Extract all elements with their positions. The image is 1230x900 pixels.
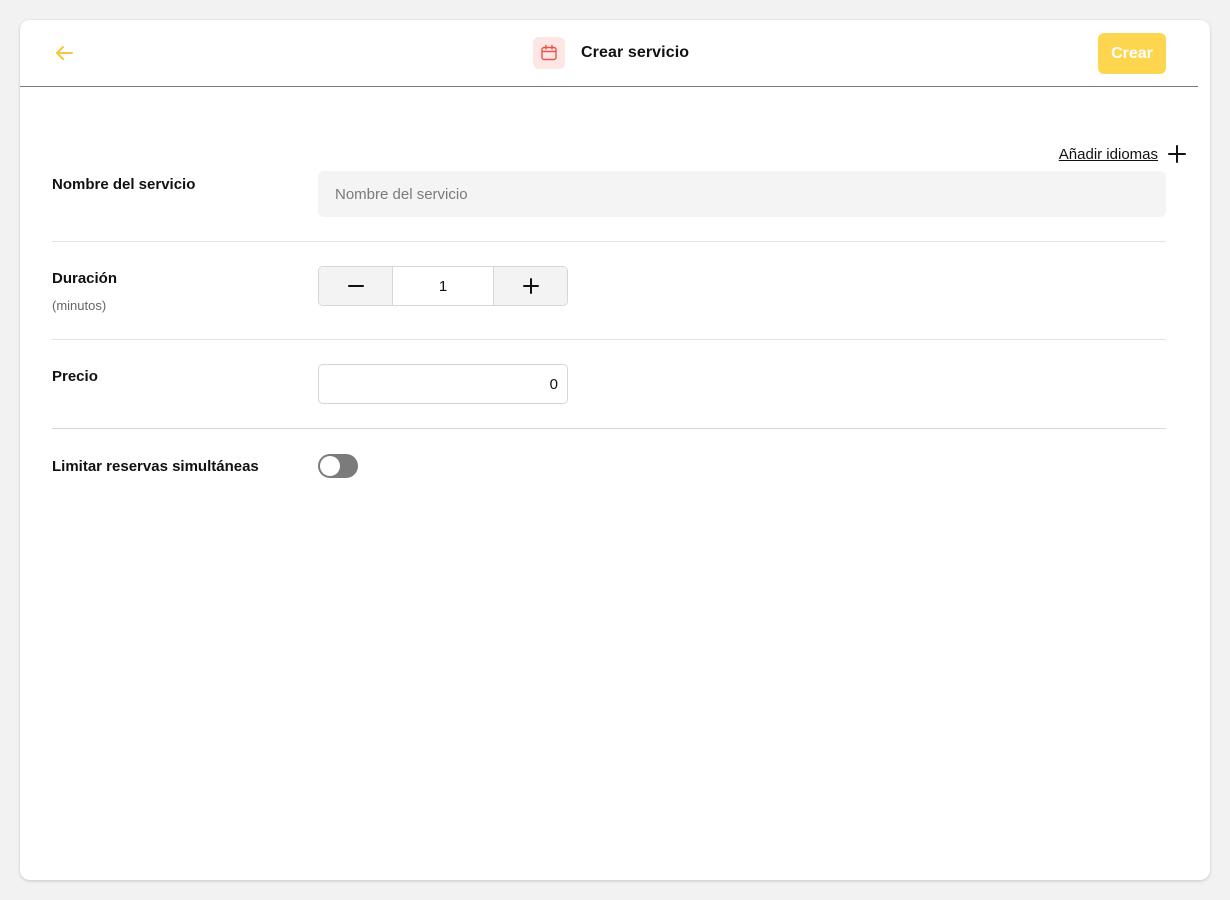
minus-icon bbox=[347, 285, 364, 287]
price-input[interactable] bbox=[318, 364, 568, 404]
duration-unit-label: (minutos) bbox=[52, 298, 107, 313]
page-title: Crear servicio bbox=[581, 44, 690, 61]
title-group: Crear servicio bbox=[533, 37, 689, 69]
calendar-icon bbox=[533, 37, 565, 69]
duration-stepper: 1 bbox=[318, 266, 568, 306]
decrement-button[interactable] bbox=[319, 267, 393, 305]
limit-row: Limitar reservas simultáneas bbox=[52, 454, 1166, 480]
service-name-input[interactable] bbox=[318, 171, 1166, 217]
add-languages-link[interactable]: Añadir idiomas bbox=[1059, 145, 1186, 163]
price-label: Precio bbox=[52, 368, 98, 385]
duration-label: Duración bbox=[52, 270, 118, 287]
limit-reservations-toggle[interactable] bbox=[318, 454, 358, 478]
divider bbox=[52, 339, 1166, 340]
divider bbox=[52, 241, 1166, 242]
create-button[interactable]: Crear bbox=[1098, 33, 1166, 74]
name-row: Nombre del servicio bbox=[52, 171, 1166, 217]
limit-label: Limitar reservas simultáneas bbox=[52, 458, 259, 475]
toggle-knob bbox=[320, 456, 340, 476]
plus-icon bbox=[522, 278, 539, 294]
duration-row: Duración (minutos) 1 bbox=[52, 266, 1166, 316]
divider bbox=[52, 428, 1166, 429]
header-bar: Crear servicio Crear bbox=[20, 20, 1198, 87]
increment-button[interactable] bbox=[493, 267, 567, 305]
duration-value[interactable]: 1 bbox=[393, 267, 493, 305]
name-label: Nombre del servicio bbox=[52, 176, 196, 193]
back-button[interactable] bbox=[52, 41, 76, 65]
arrow-left-icon bbox=[56, 46, 73, 60]
plus-icon bbox=[1168, 145, 1186, 163]
price-row: Precio bbox=[52, 364, 1166, 404]
service-form-card: Crear servicio Crear Añadir idiomas Nomb… bbox=[20, 20, 1210, 880]
add-languages-label: Añadir idiomas bbox=[1058, 145, 1158, 163]
